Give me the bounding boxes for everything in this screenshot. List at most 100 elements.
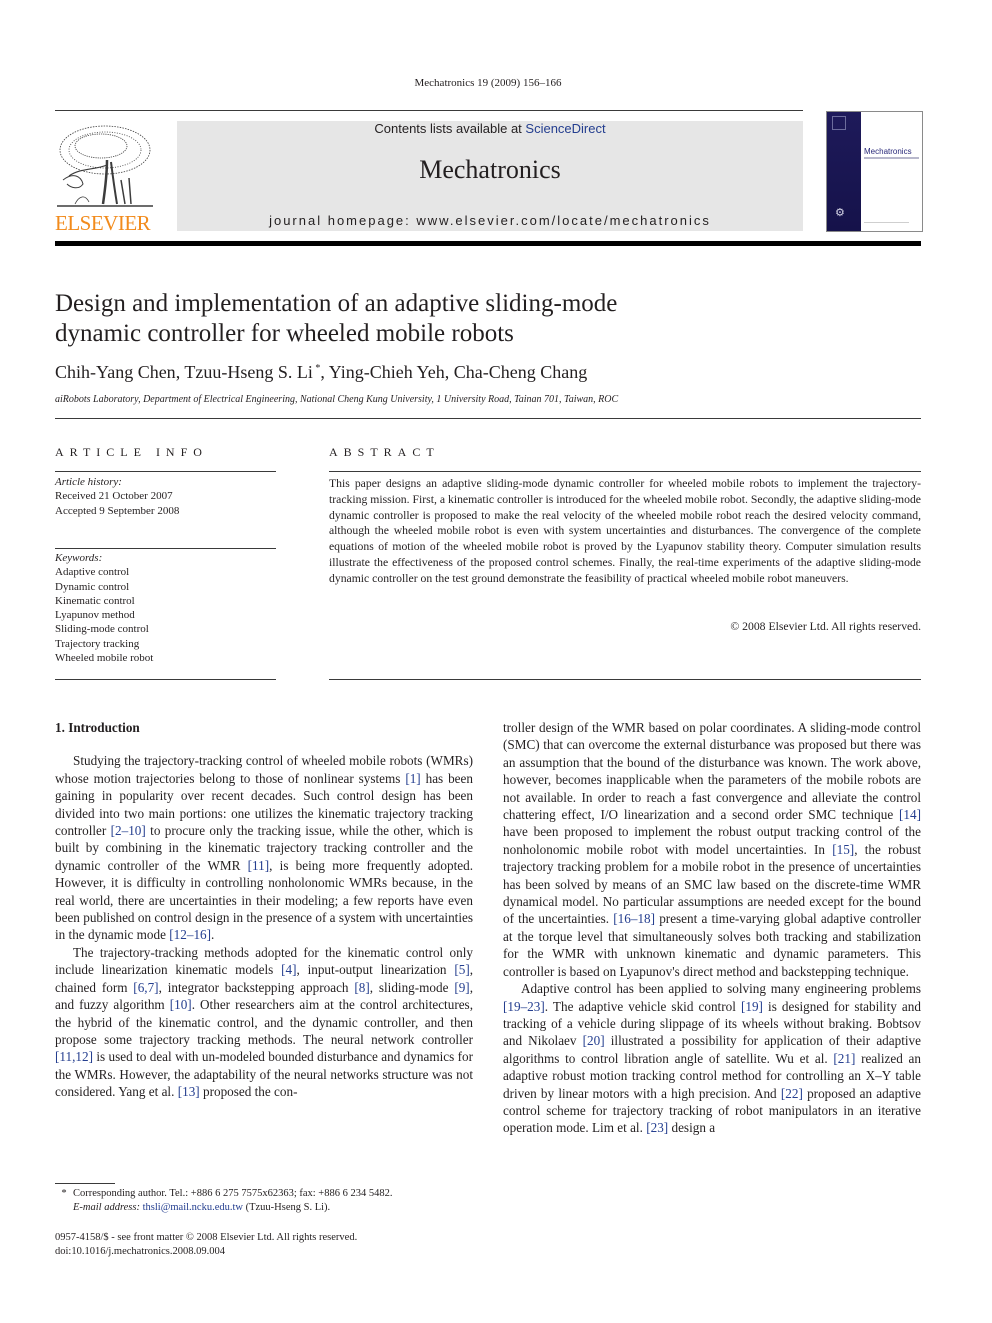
citation-link[interactable]: [20] [583,1033,605,1048]
body-paragraph: Adaptive control has been applied to sol… [503,980,921,1137]
corresponding-author-contact: Corresponding author. Tel.: +886 6 275 7… [73,1188,393,1199]
journal-homepage-link[interactable]: journal homepage: www.elsevier.com/locat… [177,213,803,228]
author-name[interactable]: Ying-Chieh Yeh [329,362,445,382]
citation-link[interactable]: [10] [170,997,192,1012]
article-info-heading: ARTICLE INFO [55,445,208,459]
body-column-right: troller design of the WMR based on polar… [503,719,921,1137]
citation-link[interactable]: [19] [741,999,763,1014]
received-date: Received 21 October 2007 [55,490,173,503]
author-email-link[interactable]: thsli@mail.ncku.edu.tw [143,1202,243,1213]
abstract-copyright: © 2008 Elsevier Ltd. All rights reserved… [730,620,921,633]
paragraph-text: . [211,927,215,943]
author-affiliation: aiRobots Laboratory, Department of Elect… [55,394,619,405]
article-history: Article history: Received 21 October 200… [55,475,276,518]
right-column-paragraphs: troller design of the WMR based on polar… [503,719,921,1137]
citation-link[interactable]: [12–16] [169,927,211,942]
citation-link[interactable]: [11] [248,858,269,873]
article-title-line-1: Design and implementation of an adaptive… [55,290,618,317]
keyword-item: Adaptive control [55,566,130,579]
front-matter: 0957-4158/$ - see front matter © 2008 El… [55,1231,485,1259]
author-list: Chih-Yang Chen, Tzuu-Hseng S. Li *, Ying… [55,362,587,383]
author-separator: , [320,362,329,382]
email-owner: (Tzuu-Hseng S. Li). [242,1202,331,1213]
citation-link[interactable]: [15] [832,842,854,857]
paragraph-text: . The adaptive vehicle skid control [544,998,741,1014]
body-paragraph: Studying the trajectory-tracking control… [55,752,473,943]
citation-link[interactable]: [2–10] [111,823,146,838]
article-info-rule-top [55,471,276,472]
keyword-item: Wheeled mobile robot [55,652,154,665]
paragraph-text: , input-output linearization [296,962,455,978]
citation-link[interactable]: [11,12] [55,1049,93,1064]
author-separator: , [444,362,454,382]
citation-link[interactable]: [1] [405,771,420,786]
publisher-logo-text: ELSEVIER [55,211,151,235]
article-title-line-2: dynamic controller for wheeled mobile ro… [55,320,514,347]
cover-subtitle [864,157,919,159]
accepted-date: Accepted 9 September 2008 [55,504,180,517]
body-column-left: 1. Introduction Studying the trajectory-… [55,719,473,1101]
cover-ifac-emblem-icon: ⚙ [835,207,845,219]
keyword-item: Trajectory tracking [55,637,140,650]
footnote-rule [55,1183,115,1184]
corresponding-author-footnote: * Corresponding author. Tel.: +886 6 275 … [55,1187,485,1215]
citation-link[interactable]: [5] [454,962,469,977]
paragraph-text: , integrator backstepping approach [158,979,355,995]
paragraph-text: Adaptive control has been applied to sol… [521,981,921,997]
keyword-item: Kinematic control [55,594,135,607]
citation-link[interactable]: [8] [354,980,369,995]
doi-link[interactable]: doi:10.1016/j.mechatronics.2008.09.004 [55,1245,485,1259]
header-rule [55,110,803,111]
citation-link[interactable]: [23] [646,1120,668,1135]
publisher-logo[interactable]: ELSEVIER [55,120,155,235]
contents-availability: Contents lists available at ScienceDirec… [177,121,803,137]
journal-citation: Mechatronics 19 (2009) 156–166 [414,77,562,89]
keyword-item: Dynamic control [55,580,130,593]
body-paragraph: The trajectory-tracking methods adopted … [55,944,473,1101]
keyword-item: Lyapunov method [55,609,135,622]
journal-title: Mechatronics [419,155,561,184]
citation-link[interactable]: [22] [781,1086,803,1101]
citation-link[interactable]: [6,7] [133,980,158,995]
article-info-rule-bottom [55,679,276,680]
footnote-marker: * [61,1188,67,1199]
section-heading-introduction: 1. Introduction [55,720,140,735]
citation-link[interactable]: [16–18] [613,911,655,926]
citation-link[interactable]: [13] [178,1084,200,1099]
citation-link[interactable]: [14] [899,807,921,822]
abstract-heading: ABSTRACT [329,445,440,459]
author-name[interactable]: Cha-Cheng Chang [454,362,587,382]
keywords-label: Keywords: [55,552,103,564]
abstract-rule-top [329,471,921,472]
email-label: E-mail address: [73,1202,140,1213]
affiliation-rule [55,418,921,419]
sciencedirect-link[interactable]: ScienceDirect [525,121,605,136]
abstract-text: This paper designs an adaptive sliding-m… [329,477,921,585]
elsevier-tree-icon [57,125,153,207]
journal-masthead: Contents lists available at ScienceDirec… [177,121,803,231]
keywords-block: Keywords: Adaptive control Dynamic contr… [55,551,276,665]
author-name[interactable]: Tzuu-Hseng S. Li [184,362,312,382]
abstract-rule-bottom [329,679,921,680]
citation-link[interactable]: [9] [454,980,469,995]
citation-link[interactable]: [4] [281,962,296,977]
body-paragraph: troller design of the WMR based on polar… [503,719,921,980]
journal-cover-thumbnail[interactable]: ⚙ Mechatronics [826,111,923,232]
author-name[interactable]: Chih-Yang Chen [55,362,176,382]
left-column-paragraphs: Studying the trajectory-tracking control… [55,752,473,1100]
citation-link[interactable]: [21] [833,1051,855,1066]
paragraph-text: troller design of the WMR based on polar… [503,720,921,823]
paragraph-text: proposed the con- [199,1084,298,1100]
citation-link[interactable]: [19–23] [503,999,545,1014]
masthead-divider [55,241,921,246]
contents-prefix: Contents lists available at [374,121,526,136]
cover-footer [864,222,909,223]
cover-elsevier-badge-icon [832,116,846,130]
article-title: Design and implementation of an adaptive… [55,289,755,349]
paragraph-text: , sliding-mode [369,979,455,995]
cover-title: Mechatronics [864,147,912,156]
article-history-label: Article history: [55,476,122,488]
article-info-rule-middle [55,548,276,549]
issn-copyright-line: 0957-4158/$ - see front matter © 2008 El… [55,1232,358,1243]
keyword-item: Sliding-mode control [55,623,149,636]
